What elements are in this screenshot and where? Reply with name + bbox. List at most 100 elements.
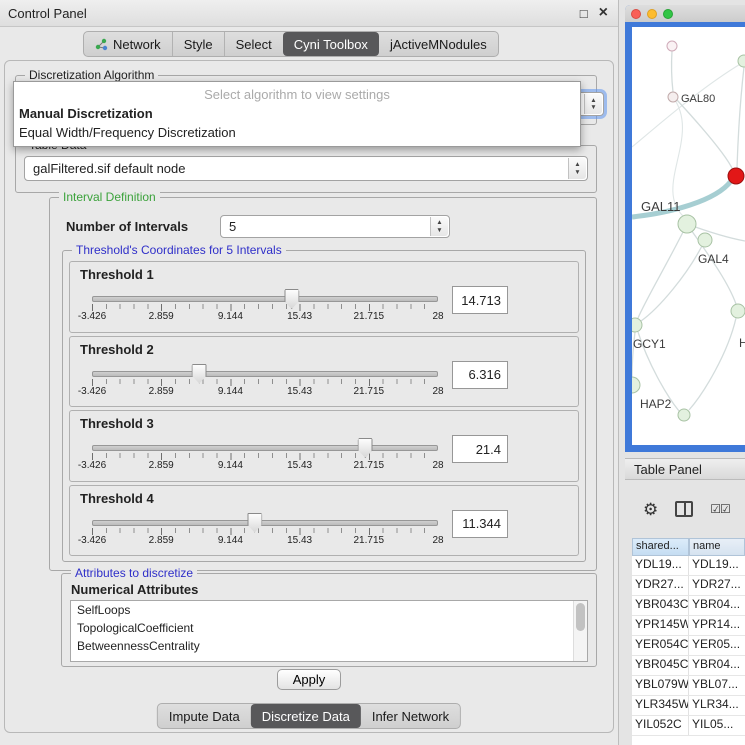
threshold-2-panel: Threshold 2 -3.426 2.859 9.144 1 — [69, 336, 579, 408]
table-cell[interactable]: YBR04... — [689, 656, 745, 675]
threshold-4-value-field[interactable]: 11.344 — [452, 510, 508, 538]
network-node[interactable] — [678, 409, 690, 421]
network-canvas[interactable]: GAL80GAL11GAL4GCY1HHAP2 — [632, 27, 745, 445]
network-node[interactable] — [738, 55, 745, 67]
node-table: shared... name YDL19...YDL19...YDR27...Y… — [632, 538, 745, 745]
threshold-3-slider[interactable]: -3.426 2.859 9.144 15.43 21.715 28 — [92, 433, 438, 473]
float-window-icon[interactable]: □ — [580, 6, 588, 21]
table-cell[interactable]: YDR27... — [689, 576, 745, 595]
list-scrollbar[interactable] — [573, 601, 587, 661]
table-row[interactable]: YBR045CYBR04... — [632, 656, 745, 676]
table-row[interactable]: YBR043CYBR04... — [632, 596, 745, 616]
tab-discretize-data[interactable]: Discretize Data — [251, 704, 361, 728]
column-header[interactable]: shared... — [632, 538, 689, 556]
zoom-traffic-light-icon[interactable] — [663, 9, 673, 19]
table-cell[interactable]: YDR27... — [632, 576, 689, 595]
tab-label: Network — [113, 37, 161, 52]
table-cell[interactable]: YPR145W — [632, 616, 689, 635]
table-row[interactable]: YIL052CYIL05... — [632, 716, 745, 736]
table-cell[interactable]: YDL19... — [632, 556, 689, 575]
threshold-3-value-field[interactable]: 21.4 — [452, 435, 508, 463]
network-edge[interactable] — [672, 51, 673, 92]
tab-impute-data[interactable]: Impute Data — [158, 704, 251, 728]
tab-jactivemodules[interactable]: jActiveMNodules — [379, 32, 498, 56]
table-cell[interactable]: YPR14... — [689, 616, 745, 635]
table-data-combobox[interactable]: galFiltered.sif default node ▲▼ — [24, 156, 588, 181]
scrollbar-thumb[interactable] — [576, 603, 585, 631]
apply-button[interactable]: Apply — [277, 669, 342, 690]
network-node-label: HAP2 — [640, 397, 672, 411]
network-node[interactable] — [632, 377, 640, 393]
threshold-2-value-field[interactable]: 6.316 — [452, 361, 508, 389]
tab-style[interactable]: Style — [172, 32, 224, 56]
dropdown-option-equal-width[interactable]: Equal Width/Frequency Discretization — [14, 123, 580, 142]
tab-network[interactable]: Network — [84, 32, 172, 56]
table-cell[interactable]: YER054C — [632, 636, 689, 655]
network-node[interactable] — [668, 92, 678, 102]
table-cell[interactable]: YIL05... — [689, 716, 745, 735]
network-node[interactable] — [698, 233, 712, 247]
group-title: Discretization Algorithm — [25, 68, 158, 82]
column-header[interactable]: name — [689, 538, 745, 556]
number-of-intervals-combobox[interactable]: 5 ▲▼ — [220, 215, 450, 238]
network-node[interactable] — [667, 41, 677, 51]
control-panel-titlebar: Control Panel □ × — [0, 0, 618, 27]
table-cell[interactable]: YBL07... — [689, 676, 745, 695]
table-row[interactable]: YLR345WYLR34... — [632, 696, 745, 716]
numerical-attributes-list[interactable]: SelfLoops TopologicalCoefficient Between… — [70, 600, 588, 662]
dropdown-placeholder-option[interactable]: Select algorithm to view settings — [14, 85, 580, 104]
table-cell[interactable]: YER05... — [689, 636, 745, 655]
table-cell[interactable]: YBR043C — [632, 596, 689, 615]
network-node[interactable] — [632, 318, 642, 332]
columns-icon[interactable] — [675, 501, 693, 517]
table-cell[interactable]: YLR34... — [689, 696, 745, 715]
slider-track[interactable] — [92, 296, 438, 302]
combo-stepper-icon[interactable]: ▲▼ — [430, 217, 448, 236]
threshold-1-slider[interactable]: -3.426 2.859 9.144 15.43 21.715 28 — [92, 284, 438, 324]
network-node[interactable] — [731, 304, 745, 318]
combo-stepper-icon[interactable]: ▲▼ — [584, 94, 602, 114]
list-item[interactable]: BetweennessCentrality — [71, 637, 587, 655]
network-node[interactable] — [728, 168, 744, 184]
network-edge[interactable] — [689, 318, 736, 410]
threshold-2-slider[interactable]: -3.426 2.859 9.144 15.43 21.715 28 — [92, 359, 438, 399]
tab-label: Infer Network — [372, 709, 449, 724]
threshold-1-value-field[interactable]: 14.713 — [452, 286, 508, 314]
close-window-icon[interactable]: × — [599, 5, 608, 21]
network-node-label: GAL11 — [641, 199, 681, 214]
table-cell[interactable]: YBL079W — [632, 676, 689, 695]
network-node[interactable] — [678, 215, 696, 233]
table-cell[interactable]: YLR345W — [632, 696, 689, 715]
tab-select[interactable]: Select — [224, 32, 283, 56]
list-item[interactable]: TopologicalCoefficient — [71, 619, 587, 637]
dropdown-option-manual-discretization[interactable]: Manual Discretization — [14, 104, 580, 123]
slider-track[interactable] — [92, 371, 438, 377]
gear-icon[interactable]: ⚙ — [643, 501, 658, 518]
table-panel-toolbar: ⚙ ☑☑ — [625, 480, 745, 524]
tab-cyni-toolbox[interactable]: Cyni Toolbox — [283, 32, 379, 56]
table-cell[interactable]: YDL19... — [689, 556, 745, 575]
combo-stepper-icon[interactable]: ▲▼ — [568, 158, 586, 179]
network-edge[interactable] — [737, 67, 744, 168]
table-cell[interactable]: YBR045C — [632, 656, 689, 675]
select-columns-icon[interactable]: ☑☑ — [710, 502, 730, 516]
slider-track[interactable] — [92, 520, 438, 526]
network-edge[interactable] — [638, 224, 687, 318]
tab-infer-network[interactable]: Infer Network — [361, 704, 460, 728]
table-row[interactable]: YBL079WYBL07... — [632, 676, 745, 696]
table-row[interactable]: YER054CYER05... — [632, 636, 745, 656]
close-traffic-light-icon[interactable] — [631, 9, 641, 19]
group-title: Attributes to discretize — [71, 566, 197, 580]
table-row[interactable]: YDL19...YDL19... — [632, 556, 745, 576]
slider-track[interactable] — [92, 445, 438, 451]
table-cell[interactable]: YIL052C — [632, 716, 689, 735]
network-edge[interactable] — [632, 63, 742, 147]
threshold-4-slider[interactable]: -3.426 2.859 9.144 15.43 21.715 28 — [92, 508, 438, 548]
minimize-traffic-light-icon[interactable] — [647, 9, 657, 19]
list-item[interactable]: SelfLoops — [71, 601, 587, 619]
network-edge[interactable] — [677, 100, 733, 170]
table-row[interactable]: YPR145WYPR14... — [632, 616, 745, 636]
table-cell[interactable]: YBR04... — [689, 596, 745, 615]
table-row[interactable]: YDR27...YDR27... — [632, 576, 745, 596]
network-window-titlebar[interactable] — [625, 5, 745, 22]
